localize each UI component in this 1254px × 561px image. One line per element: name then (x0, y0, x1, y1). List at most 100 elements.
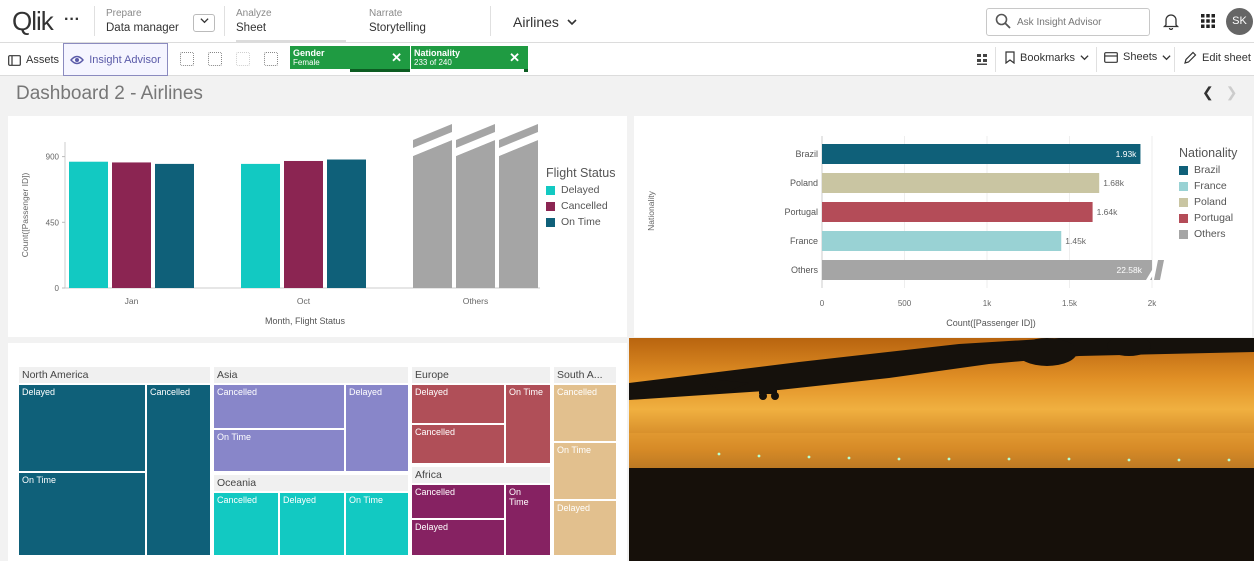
notifications-bell-icon[interactable] (1162, 12, 1180, 30)
legend-item-delayed[interactable]: Delayed (546, 184, 615, 196)
y-tick-label: 0 (55, 284, 60, 293)
treemap-group-africa[interactable]: Africa (411, 466, 551, 484)
y-tick-label: 450 (46, 218, 60, 227)
y-tick-label: Portugal (784, 207, 818, 217)
panel-icon (8, 54, 21, 66)
y-tick-label: France (790, 236, 818, 246)
y-axis-title: Count([Passenger ID]) (20, 173, 30, 258)
treemap-cell[interactable]: Delayed (345, 384, 409, 472)
smart-search-icon[interactable] (180, 52, 194, 66)
apps-grid-icon[interactable] (1200, 13, 1216, 29)
close-icon[interactable]: ✕ (391, 50, 402, 66)
nav-analyze[interactable]: Analyze Sheet (236, 7, 272, 35)
bar-others-truncated (456, 140, 495, 288)
divider (1174, 47, 1175, 72)
x-axis-title: Count([Passenger ID]) (946, 318, 1036, 328)
legend-item-brazil[interactable]: Brazil (1179, 164, 1237, 176)
chip-field-name: Nationality (414, 48, 461, 58)
bar-value-label: 1.68k (1103, 178, 1125, 188)
treemap-cell[interactable]: Cancelled (213, 384, 345, 429)
legend-swatch (1179, 181, 1188, 191)
more-menu-icon[interactable]: ··· (64, 11, 80, 29)
treemap-cell[interactable]: Cancelled (411, 484, 505, 519)
ask-insight-advisor-search[interactable] (986, 8, 1150, 36)
bar-jan-delayed (69, 161, 108, 288)
treemap-cell[interactable]: Delayed (18, 384, 146, 472)
app-title-dropdown[interactable]: Airlines (513, 14, 577, 30)
sheets-button[interactable]: Sheets (1104, 51, 1171, 63)
legend-swatch (546, 185, 555, 195)
selections-tool-icon[interactable] (208, 52, 222, 66)
flight-status-bar-chart[interactable]: 0 450 900 Count([Passenger ID]) Month, Fligh… (8, 116, 627, 337)
nav-prepare-label: Prepare (106, 8, 142, 19)
nationality-legend: Nationality Brazil France Poland Portuga… (1179, 146, 1237, 240)
nationality-bar-chart[interactable]: 0 500 1k 1.5k 2k Count([Passenger ID]) Nationa… (634, 116, 1252, 337)
treemap-cell[interactable]: Delayed (553, 500, 617, 556)
search-icon (995, 13, 1011, 29)
x-tick-label: 0 (820, 299, 825, 308)
treemap-cell[interactable]: Delayed (411, 519, 505, 556)
y-tick-label: Others (791, 265, 819, 275)
treemap-group-north-america[interactable]: North America (18, 366, 211, 384)
bar-brazil (822, 144, 1141, 164)
legend-item-cancelled[interactable]: Cancelled (546, 200, 615, 212)
legend-swatch (546, 201, 555, 211)
legend-label: Portugal (1194, 212, 1234, 224)
treemap-cell[interactable]: Cancelled (411, 424, 505, 464)
ask-insight-advisor-input[interactable] (1017, 14, 1143, 30)
treemap-cell[interactable]: Cancelled (553, 384, 617, 442)
legend-item-poland[interactable]: Poland (1179, 196, 1237, 208)
insight-advisor-button[interactable]: Insight Advisor (63, 43, 168, 76)
prepare-dropdown-button[interactable] (193, 14, 215, 32)
bar-oct-on-time (327, 159, 366, 288)
treemap-cell[interactable]: Cancelled (213, 492, 279, 556)
treemap-group-asia[interactable]: Asia (213, 366, 409, 384)
assets-button[interactable]: Assets (2, 48, 65, 72)
x-tick-label: Others (463, 296, 489, 306)
treemap-cell[interactable]: On Time (345, 492, 409, 556)
qlik-logo[interactable]: Qlik (12, 6, 54, 37)
treemap-cell[interactable]: On Time (505, 384, 551, 464)
treemap-cell[interactable]: On Time (553, 442, 617, 500)
x-tick-label: 2k (1148, 299, 1157, 308)
user-avatar[interactable]: SK (1226, 8, 1253, 35)
legend-item-on-time[interactable]: On Time (546, 216, 615, 228)
edit-sheet-button[interactable]: Edit sheet (1184, 51, 1251, 64)
legend-item-portugal[interactable]: Portugal (1179, 212, 1237, 224)
bar-portugal (822, 202, 1093, 222)
nav-narrate-value: Storytelling (369, 22, 426, 34)
next-sheet-icon[interactable]: ❯ (1226, 84, 1238, 100)
divider (224, 6, 225, 36)
bookmarks-button[interactable]: Bookmarks (1005, 51, 1089, 64)
treemap-cell[interactable]: Delayed (411, 384, 505, 424)
legend-item-france[interactable]: France (1179, 180, 1237, 192)
treemap-cell[interactable]: On Time (18, 472, 146, 556)
legend-label: On Time (561, 216, 601, 228)
treemap-cell[interactable]: Delayed (279, 492, 345, 556)
y-tick-label: Brazil (795, 149, 818, 159)
divider (995, 47, 996, 72)
flight-status-legend: Flight Status Delayed Cancelled On Time (546, 166, 615, 228)
legend-swatch (1179, 213, 1188, 223)
nav-narrate[interactable]: Narrate Storytelling (369, 7, 426, 35)
nav-prepare[interactable]: Prepare Data manager (106, 7, 179, 35)
close-icon[interactable]: ✕ (509, 50, 520, 66)
airplane-silhouette (629, 338, 1254, 561)
bar-jan-cancelled (112, 162, 151, 288)
previous-sheet-icon[interactable]: ❮ (1202, 84, 1214, 100)
region-flight-status-treemap[interactable]: North America Delayed Cancelled On Time … (8, 343, 627, 561)
treemap-group-south-america[interactable]: South A... (553, 366, 617, 384)
treemap-cell[interactable]: On Time (505, 484, 551, 556)
treemap-group-oceania[interactable]: Oceania (213, 474, 409, 492)
selection-chip-nationality[interactable]: Nationality 233 of 240 ✕ (411, 46, 528, 72)
sheet-title: Dashboard 2 - Airlines (16, 83, 203, 104)
treemap-cell[interactable]: Cancelled (146, 384, 211, 556)
legend-item-others[interactable]: Others (1179, 228, 1237, 240)
treemap-cell[interactable]: On Time (213, 429, 345, 472)
step-back-icon[interactable] (236, 52, 250, 66)
notes-grid-icon[interactable] (976, 53, 988, 66)
chip-field-name: Gender (293, 48, 325, 58)
clear-selections-icon[interactable] (264, 52, 278, 66)
treemap-group-europe[interactable]: Europe (411, 366, 551, 384)
selection-chip-gender[interactable]: Gender Female ✕ (290, 46, 410, 72)
